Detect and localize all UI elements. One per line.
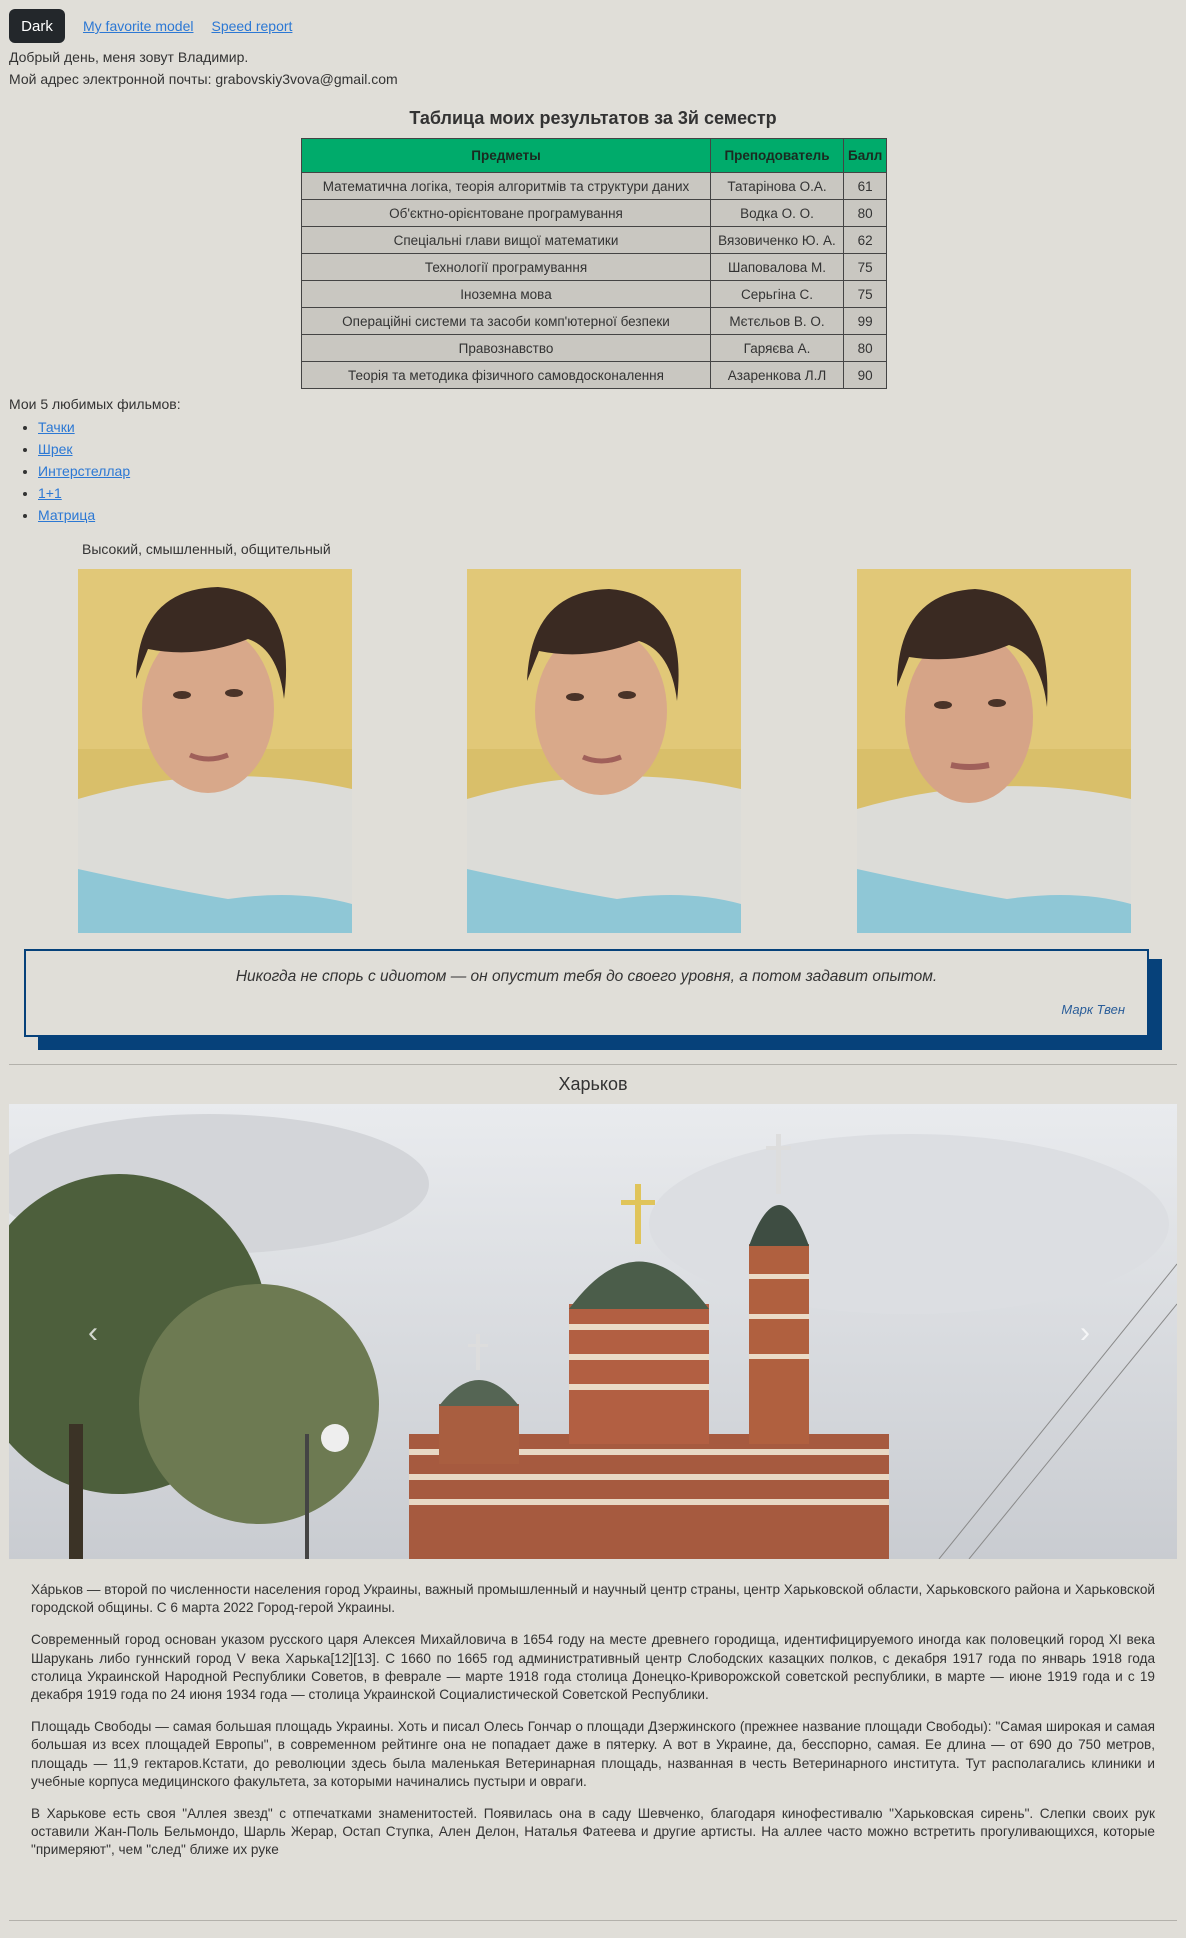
subject-header: Предметы [301, 138, 711, 173]
top-bar: Dark My favorite model Speed report [9, 9, 292, 43]
subject-cell: Об'єктно-орієнтоване програмування [301, 199, 711, 227]
teacher-header: Преподователь [710, 138, 844, 173]
teacher-cell: Азаренкова Л.Л [710, 361, 844, 389]
table-row: Технології програмування Шаповалова М. 7… [301, 253, 888, 281]
city-title: Харьков [558, 1074, 628, 1094]
portrait-photo-3 [857, 569, 1131, 933]
carousel-prev-arrow[interactable]: ‹ [88, 1316, 98, 1350]
table-row: Правознавство Гаряєва А. 80 [301, 334, 888, 362]
divider [9, 1920, 1177, 1921]
subject-cell: Іноземна мова [301, 280, 711, 308]
portrait-photo-2 [467, 569, 741, 933]
article-paragraph: Площадь Свободы — самая большая площадь … [31, 1719, 1155, 1789]
results-table-title: Таблица моих результатов за 3й семестр [409, 108, 777, 128]
article-paragraph: В Харькове есть своя "Аллея звезд" с отп… [31, 1806, 1155, 1858]
quote-block: Никогда не спорь с идиотом — он опустит … [24, 949, 1149, 1037]
greeting-text: Добрый день, меня зовут Владимир. [9, 49, 249, 65]
email-text: Мой адрес электронной почты: grabovskiy3… [9, 71, 398, 87]
table-row: Об'єктно-орієнтоване програмування Водка… [301, 199, 888, 227]
divider [9, 1064, 1177, 1065]
quote-text: Никогда не спорь с идиотом — он опустит … [235, 968, 938, 985]
speed-report-link[interactable]: Speed report [211, 18, 292, 34]
teacher-cell: Серьгіна С. [710, 280, 844, 308]
quote-author: Марк Твен [1061, 1002, 1125, 1017]
results-table: Предметы Преподователь Балл Математична … [301, 138, 888, 389]
film-link-intouchables[interactable]: 1+1 [38, 485, 62, 501]
favorite-model-link[interactable]: My favorite model [83, 18, 193, 34]
score-cell: 99 [842, 307, 888, 335]
teacher-cell: Татарінова О.А. [710, 172, 844, 200]
table-row: Теорія та методика фізичного самовдоскон… [301, 361, 888, 389]
article-paragraph: Ха́рьков — второй по численности населен… [31, 1582, 1155, 1616]
table-header-row: Предметы Преподователь Балл [301, 138, 888, 173]
films-list: Тачки Шрек Интерстеллар 1+1 Матрица [9, 416, 130, 526]
score-cell: 61 [842, 172, 888, 200]
films-title: Мои 5 любимых фильмов: [9, 396, 181, 412]
score-cell: 80 [842, 199, 888, 227]
table-row: Спеціальні глави вищої математики Вязови… [301, 226, 888, 254]
film-link-interstellar[interactable]: Интерстеллар [38, 463, 130, 479]
dark-theme-button[interactable]: Dark [9, 9, 65, 43]
teacher-cell: Шаповалова М. [710, 253, 844, 281]
score-cell: 80 [842, 334, 888, 362]
list-item: Интерстеллар [38, 460, 130, 482]
score-cell: 75 [842, 253, 888, 281]
article-paragraph: Современный город основан указом русског… [31, 1632, 1155, 1703]
city-carousel[interactable] [9, 1104, 1177, 1559]
list-item: Матрица [38, 504, 130, 526]
score-cell: 75 [842, 280, 888, 308]
subject-cell: Операційні системи та засоби комп'ютерно… [301, 307, 711, 335]
list-item: 1+1 [38, 482, 130, 504]
score-cell: 90 [842, 361, 888, 389]
film-link-cars[interactable]: Тачки [38, 419, 75, 435]
teacher-cell: Вязовиченко Ю. А. [710, 226, 844, 254]
portrait-photo-1 [78, 569, 352, 933]
list-item: Тачки [38, 416, 130, 438]
table-row: Математична логіка, теорія алгоритмів та… [301, 172, 888, 200]
teacher-cell: Водка О. О. [710, 199, 844, 227]
subject-cell: Теорія та методика фізичного самовдоскон… [301, 361, 711, 389]
subject-cell: Спеціальні глави вищої математики [301, 226, 711, 254]
list-item: Шрек [38, 438, 130, 460]
score-cell: 62 [842, 226, 888, 254]
teacher-cell: Гаряєва А. [710, 334, 844, 362]
city-article: Ха́рьков — второй по численности населен… [31, 1581, 1155, 1874]
carousel-next-arrow[interactable]: › [1080, 1316, 1090, 1350]
film-link-matrix[interactable]: Матрица [38, 507, 95, 523]
score-header: Балл [842, 138, 888, 173]
table-row: Іноземна мова Серьгіна С. 75 [301, 280, 888, 308]
teacher-cell: Мєтєльов В. О. [710, 307, 844, 335]
photos-caption: Высокий, смышленный, общительный [82, 541, 331, 557]
intro: Добрый день, меня зовут Владимир. Мой ад… [9, 46, 398, 90]
subject-cell: Математична логіка, теорія алгоритмів та… [301, 172, 711, 200]
film-link-shrek[interactable]: Шрек [38, 441, 73, 457]
table-row: Операційні системи та засоби комп'ютерно… [301, 307, 888, 335]
subject-cell: Технології програмування [301, 253, 711, 281]
subject-cell: Правознавство [301, 334, 711, 362]
